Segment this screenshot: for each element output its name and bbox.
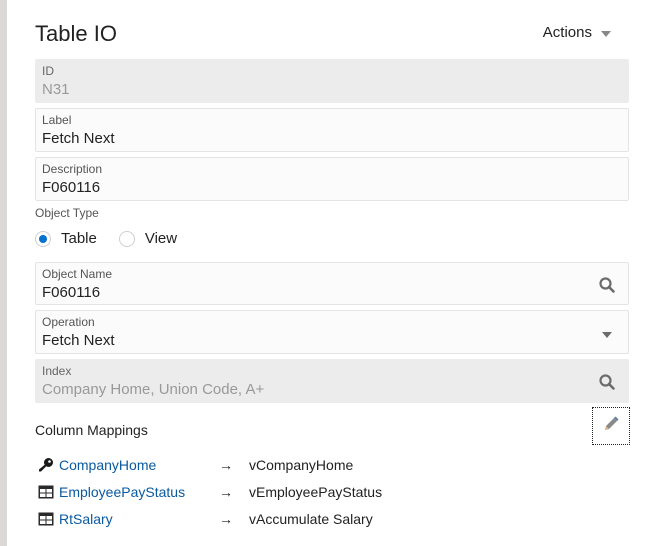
grid-icon — [37, 511, 55, 527]
object-name-field-label: Object Name — [42, 267, 113, 281]
mapping-row: EmployeePayStatus → vEmployeePayStatus — [37, 482, 437, 502]
description-field[interactable]: Description F060116 — [35, 157, 629, 201]
arrow-right-icon: → — [219, 484, 233, 500]
column-mappings-title: Column Mappings — [35, 422, 148, 438]
label-field-value[interactable]: Fetch Next — [42, 130, 115, 147]
index-field[interactable]: Index Company Home, Union Code, A+ — [35, 359, 629, 403]
mapping-row: CompanyHome → vCompanyHome — [37, 455, 437, 475]
arrow-right-icon: → — [219, 511, 233, 527]
left-rail — [0, 0, 7, 546]
edit-mappings-button[interactable] — [592, 407, 630, 445]
operation-select[interactable]: Operation Fetch Next — [35, 310, 629, 354]
id-field-value: N31 — [42, 81, 70, 98]
mapping-source-link[interactable]: RtSalary — [59, 511, 219, 527]
id-field: ID N31 — [35, 59, 629, 103]
grid-icon — [37, 484, 55, 500]
mapping-target: vCompanyHome — [249, 457, 354, 473]
chevron-down-icon[interactable] — [598, 326, 616, 344]
mapping-source-link[interactable]: EmployeePayStatus — [59, 484, 219, 500]
mapping-target: vEmployeePayStatus — [249, 484, 383, 500]
label-field-label: Label — [42, 113, 72, 127]
object-name-field-value[interactable]: F060116 — [42, 284, 100, 301]
radio-unchecked-icon[interactable] — [118, 230, 135, 247]
radio-view-label: View — [144, 230, 178, 247]
page-title: Table IO — [35, 21, 117, 46]
radio-table-label: Table — [61, 230, 97, 247]
index-field-value: Company Home, Union Code, A+ — [42, 381, 265, 398]
panel-header: Table IO Actions — [35, 20, 631, 50]
radio-table[interactable]: Table — [35, 230, 97, 247]
search-icon[interactable] — [598, 373, 616, 391]
object-name-field[interactable]: Object Name F060116 — [35, 262, 629, 305]
description-field-value[interactable]: F060116 — [42, 179, 100, 196]
mapping-target: vAccumulate Salary — [249, 511, 373, 527]
id-field-label: ID — [42, 64, 54, 78]
index-field-label: Index — [42, 364, 72, 378]
radio-checked-icon[interactable] — [35, 230, 51, 247]
radio-view[interactable]: View — [118, 230, 178, 247]
object-type-label: Object Type — [35, 206, 99, 220]
mapping-row: RtSalary → vAccumulate Salary — [37, 509, 437, 529]
arrow-right-icon: → — [219, 457, 233, 473]
operation-field-label: Operation — [42, 315, 95, 329]
caret-down-icon — [601, 31, 611, 37]
key-icon — [37, 457, 55, 473]
actions-label: Actions — [542, 24, 592, 41]
description-field-label: Description — [42, 162, 103, 176]
mapping-source-link[interactable]: CompanyHome — [59, 457, 219, 473]
search-icon[interactable] — [598, 276, 616, 294]
actions-menu-button[interactable]: Actions — [543, 24, 611, 41]
object-type-radio-group: Table View — [35, 230, 199, 247]
operation-field-value[interactable]: Fetch Next — [42, 332, 115, 349]
label-field[interactable]: Label Fetch Next — [35, 108, 629, 152]
pencil-icon — [602, 415, 620, 438]
